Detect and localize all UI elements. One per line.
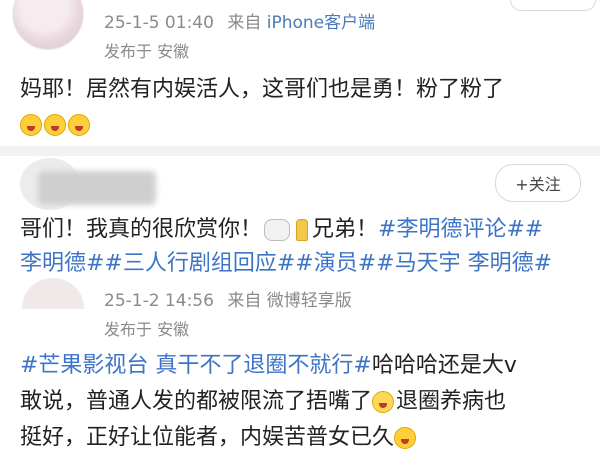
source-link[interactable]: 微博轻享版: [267, 291, 352, 311]
hashtag-link[interactable]: #芒果影视台 真干不了退圈不就行#: [20, 353, 372, 378]
scream-emoji-icon: [68, 114, 90, 136]
candle-emoji-icon: [296, 219, 309, 241]
post-text-content: 退圈养病也: [396, 389, 507, 414]
location: 发布于 安徽: [104, 42, 190, 61]
follow-button-partial[interactable]: [510, 0, 596, 11]
post-meta: 25-1-5 01:40 来自 iPhone客户端: [104, 8, 375, 33]
timestamp: 25-1-5 01:40: [104, 13, 214, 33]
cow-emoji-icon: [264, 219, 291, 241]
post-text-content: 兄弟！: [312, 217, 379, 242]
hashtag-link[interactable]: #李明德评论##: [378, 217, 543, 242]
divider: [0, 146, 600, 156]
avatar[interactable]: [22, 278, 84, 309]
post-text-content: 挺好，正好让位能者，内娱苦普女已久: [20, 425, 395, 450]
scream-emoji-icon: [44, 114, 66, 136]
post-text: #芒果影视台 真干不了退圈不就行#哈哈哈还是大v: [20, 348, 517, 384]
post-meta: 25-1-2 14:56 来自 微博轻享版: [104, 286, 352, 311]
post-text-content: 哈哈哈还是大v: [371, 353, 517, 378]
post-text: 妈耶！居然有内娱活人，这哥们也是勇！粉了粉了: [20, 72, 504, 108]
hashtag-link[interactable]: 李明德##三人行剧组回应##演员##马天宇 李明德#: [20, 246, 552, 282]
avatar[interactable]: [12, 0, 84, 50]
source-prefix: 来自: [227, 291, 262, 311]
laugh-emoji-icon: [372, 391, 395, 413]
follow-button[interactable]: +关注: [495, 164, 581, 202]
post-text: 哥们！我真的很欣赏你！ 兄弟！#李明德评论##: [20, 212, 543, 248]
source-link[interactable]: iPhone客户端: [267, 13, 375, 33]
post-text: 挺好，正好让位能者，内娱苦普女已久: [20, 420, 418, 456]
timestamp: 25-1-2 14:56: [104, 291, 214, 311]
emoji-row: [20, 114, 92, 136]
post-text-content: 哥们！我真的很欣赏你！: [20, 217, 263, 242]
post-text: 敢说，普通人发的都被限流了捂嘴了 退圈养病也: [20, 384, 506, 420]
post-text-content: 敢说，普通人发的都被限流了捂嘴了: [20, 389, 373, 414]
post-text-content: 妈耶！居然有内娱活人，这哥们也是勇！粉了粉了: [20, 77, 505, 102]
username-blurred: [38, 171, 156, 205]
scream-emoji-icon: [20, 114, 42, 136]
scream-emoji-icon: [394, 427, 417, 449]
source-prefix: 来自: [227, 13, 262, 33]
location: 发布于 安徽: [104, 320, 190, 339]
